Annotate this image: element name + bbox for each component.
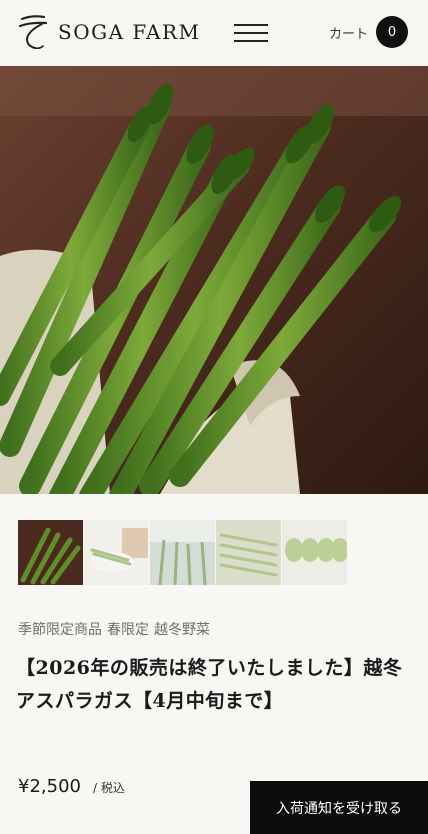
- cart-label: カート: [328, 26, 368, 42]
- product-tags: 季節限定商品 春限定 越冬野菜: [18, 619, 215, 639]
- asparagus-photo: [0, 66, 428, 494]
- site-header: SOGA FARM カート 0: [0, 0, 428, 66]
- menu-line: [234, 40, 268, 42]
- price-value: ¥2,500: [18, 776, 81, 797]
- hamburger-menu-icon[interactable]: [234, 24, 268, 44]
- thumbnail-2[interactable]: [84, 520, 149, 585]
- product-thumbnails: [18, 520, 348, 585]
- thumbnail-image: [18, 520, 83, 585]
- product-main-image[interactable]: [0, 66, 428, 494]
- menu-line: [234, 32, 268, 34]
- thumbnail-image: [150, 520, 215, 585]
- thumbnail-image: [216, 520, 281, 585]
- tag-link[interactable]: 越冬野菜: [154, 622, 210, 638]
- cart-count-badge: 0: [376, 16, 408, 48]
- restock-notify-button[interactable]: 入荷通知を受け取る: [250, 781, 428, 834]
- thumbnail-image: [282, 520, 347, 585]
- thumbnail-4[interactable]: [216, 520, 281, 585]
- cart-button[interactable]: カート 0: [329, 16, 408, 48]
- thumbnail-5[interactable]: [282, 520, 347, 585]
- site-logo[interactable]: SOGA FARM: [16, 13, 201, 51]
- tag-link[interactable]: 季節限定商品: [18, 622, 102, 638]
- product-title: 【2026年の販売は終了いたしました】越冬アスパラガス【4月中旬まで】: [16, 657, 403, 712]
- brand-name: SOGA FARM: [58, 20, 201, 44]
- tag-link[interactable]: 春限定: [107, 622, 149, 638]
- product-price: ¥2,500 / 税込: [18, 776, 125, 797]
- price-tax-label: / 税込: [92, 781, 125, 795]
- logo-mark-icon: [18, 15, 48, 50]
- thumbnail-3[interactable]: [150, 520, 215, 585]
- thumbnail-1[interactable]: [18, 520, 83, 585]
- menu-line: [234, 24, 268, 26]
- thumbnail-image: [84, 520, 149, 585]
